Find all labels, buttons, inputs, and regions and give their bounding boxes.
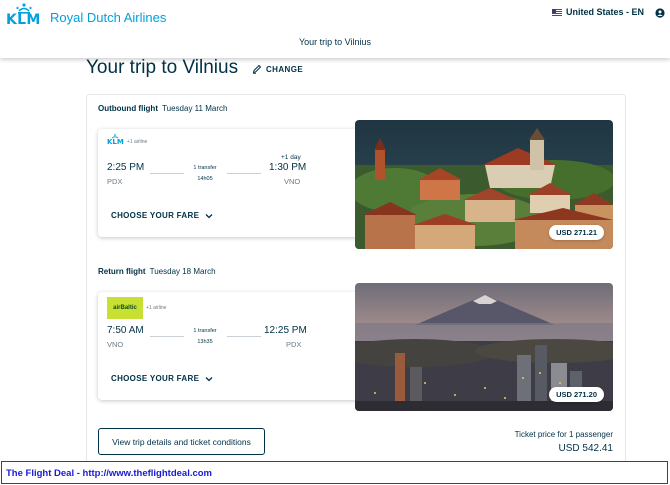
route-line — [150, 336, 184, 337]
arrival-time: 12:25 PM — [264, 325, 307, 336]
return-label: Return flight — [98, 267, 146, 276]
page-title: Your trip to Vilnius — [86, 57, 239, 78]
plus-day-indicator: +1 day — [281, 154, 301, 161]
chevron-down-icon — [205, 213, 213, 218]
outbound-airline: KLM +1 airline — [107, 134, 148, 146]
route-line — [227, 173, 261, 174]
us-flag-icon — [551, 8, 562, 16]
klm-airline-logo: KLM — [107, 134, 124, 146]
flight-duration: 13h35 — [197, 339, 213, 345]
return-flight-card[interactable]: airBaltic +1 airline 7:50 AM VNO 1 trans… — [98, 292, 360, 400]
transfer-count: 1 transfer — [193, 165, 217, 171]
departure-airport: VNO — [107, 340, 124, 349]
ticket-price-total: USD 542.41 — [558, 443, 613, 454]
change-label: CHANGE — [266, 64, 304, 74]
outbound-flight-card[interactable]: KLM +1 airline 2:25 PM PDX 1 transfer 14… — [98, 129, 360, 237]
choose-fare-label: CHOOSE YOUR FARE — [111, 211, 200, 220]
top-navigation-bar: KLM Royal Dutch Airlines United States -… — [0, 0, 670, 58]
extra-airline-count: +1 airline — [146, 305, 167, 311]
klm-airline-logo-text: KLM — [107, 138, 124, 146]
vilnius-city-photo: USD 271.21 — [355, 120, 613, 249]
pencil-icon — [252, 64, 262, 74]
source-footer-text: The Flight Deal - http://www.theflightde… — [6, 468, 213, 479]
outbound-price-badge: USD 271.21 — [549, 225, 604, 240]
choose-fare-label: CHOOSE YOUR FARE — [111, 374, 200, 383]
header-trip-subtitle: Your trip to Vilnius — [298, 37, 372, 47]
ticket-price-label: Ticket price for 1 passenger — [514, 430, 613, 439]
route-line — [227, 336, 261, 337]
airbaltic-airline-logo: airBaltic — [107, 297, 143, 319]
extra-airline-count: +1 airline — [126, 139, 148, 145]
klm-logo[interactable]: KLM Royal Dutch Airlines — [6, 3, 167, 28]
change-trip-button[interactable]: CHANGE — [252, 64, 303, 74]
choose-fare-button[interactable]: CHOOSE YOUR FARE — [111, 374, 213, 383]
arrival-time: 1:30 PM — [269, 162, 307, 173]
route-line — [150, 173, 184, 174]
choose-fare-button[interactable]: CHOOSE YOUR FARE — [111, 211, 213, 220]
chevron-down-icon — [205, 376, 213, 381]
view-trip-details-button[interactable]: View trip details and ticket conditions — [98, 428, 265, 455]
klm-logo-word: KLM — [6, 12, 41, 28]
outbound-flight-heading: Outbound flight Tuesday 11 March — [98, 104, 227, 113]
user-icon[interactable] — [655, 8, 665, 18]
country-language-label: United States - EN — [565, 7, 644, 17]
departure-airport: PDX — [107, 177, 123, 186]
outbound-label: Outbound flight — [98, 104, 158, 113]
return-airline: airBaltic +1 airline — [107, 297, 166, 319]
departure-time: 7:50 AM — [107, 325, 144, 336]
brand-name: Royal Dutch Airlines — [50, 10, 167, 25]
klm-logo-mark: KLM — [6, 3, 42, 28]
source-footer-banner: The Flight Deal - http://www.theflightde… — [1, 461, 668, 484]
departure-time: 2:25 PM — [107, 162, 145, 173]
portland-city-photo: USD 271.20 — [355, 283, 613, 411]
country-language-selector[interactable]: United States - EN — [551, 7, 644, 17]
return-flight-heading: Return flight Tuesday 18 March — [98, 267, 216, 276]
klm-crown-icon — [111, 134, 119, 139]
return-price-badge: USD 271.20 — [549, 387, 604, 402]
outbound-date: Tuesday 11 March — [162, 104, 228, 113]
arrival-airport: PDX — [286, 340, 302, 349]
arrival-airport: VNO — [284, 177, 301, 186]
transfer-count: 1 transfer — [193, 328, 217, 334]
return-date: Tuesday 18 March — [149, 267, 216, 276]
flight-duration: 14h05 — [197, 176, 213, 182]
